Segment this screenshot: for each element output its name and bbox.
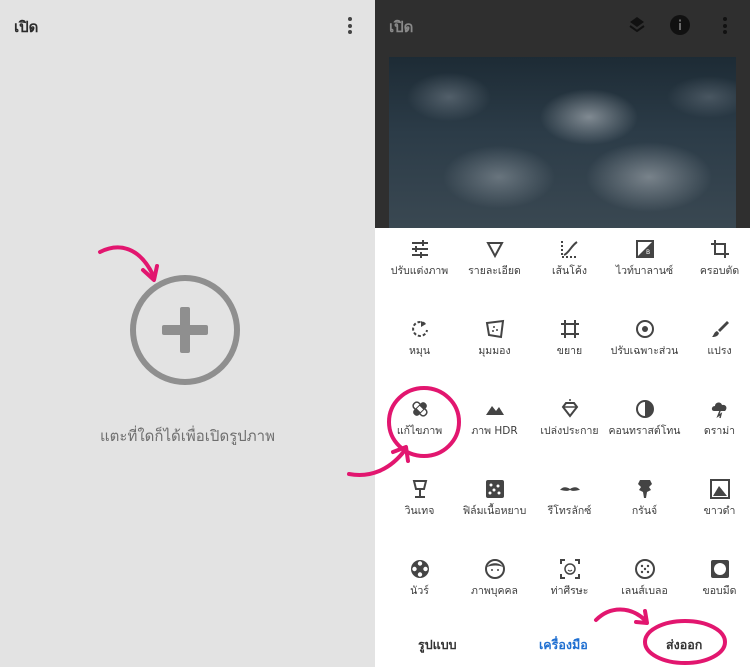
tool-tune[interactable]: ปรับแต่งภาพ: [382, 238, 457, 278]
retrolux-icon: [559, 487, 580, 491]
tool-label: รีโทรลักซ์: [547, 505, 592, 517]
portrait-icon: [484, 559, 505, 579]
tool-label: ท่าศีรษะ: [550, 585, 589, 597]
tool-tonal-contrast[interactable]: คอนทราสต์โทน: [607, 398, 682, 438]
tool-grainy-film[interactable]: ฟิล์มเนื้อหยาบ: [457, 478, 532, 518]
tool-label: ปรับแต่งภาพ: [390, 265, 449, 277]
hdr-icon: [485, 406, 504, 415]
tool-label: หมุน: [408, 345, 431, 357]
glamour-icon: [561, 399, 578, 418]
tool-selective[interactable]: ปรับเฉพาะส่วน: [607, 318, 682, 358]
tool-label: เส้นโค้ง: [552, 265, 587, 277]
left-title: เปิด: [14, 18, 39, 36]
lens-blur-icon: [634, 559, 655, 579]
tool-label: รายละเอียด: [468, 265, 521, 277]
tool-noir[interactable]: นัวร์: [382, 558, 457, 598]
tool-label: มุมมอง: [478, 345, 511, 357]
tool-hdr[interactable]: ภาพ HDR: [457, 398, 532, 438]
grainy-film-icon: [485, 480, 504, 498]
annotation-arrow-icon: [98, 245, 159, 282]
tool-label: ภาพบุคคล: [471, 585, 518, 597]
tool-label: วินเทจ: [404, 505, 435, 517]
tool-lens-blur[interactable]: เลนส์เบลอ: [607, 558, 682, 598]
editor-top: เปิด: [375, 0, 750, 228]
tool-portrait[interactable]: ภาพบุคคล: [457, 558, 532, 598]
crop-icon: [710, 240, 729, 258]
tool-retrolux[interactable]: รีโทรลักซ์: [532, 478, 607, 518]
grunge-icon: [637, 480, 652, 498]
right-title: เปิด: [389, 18, 414, 36]
tonal-contrast-icon: [635, 400, 654, 418]
open-image-hint: แตะที่ใดก็ได้เพื่อเปิดรูปภาพ: [100, 427, 275, 445]
editor-screen: เปิด ปรับแต่งภาพ รายละเอียด เส้นโค้ง B ไ…: [375, 0, 750, 667]
annotation-circle-icon: [643, 619, 727, 665]
photo-preview: [389, 57, 736, 228]
brush-icon: [711, 321, 729, 337]
tool-black-white[interactable]: ขาวดำ: [682, 478, 750, 518]
info-icon[interactable]: [669, 14, 691, 36]
plus-circle-icon[interactable]: [130, 275, 240, 385]
tool-details[interactable]: รายละเอียด: [457, 238, 532, 278]
curves-icon: [560, 241, 578, 258]
details-icon: [485, 242, 504, 259]
tool-vignette[interactable]: ขอบมืด: [682, 558, 750, 598]
open-screen[interactable]: เปิด แตะที่ใดก็ได้เพื่อเปิดรูปภาพ: [0, 0, 375, 667]
tool-label: ขยาย: [556, 345, 583, 357]
tool-perspective[interactable]: มุมมอง: [457, 318, 532, 358]
tool-white-balance[interactable]: B ไวท์บาลานซ์: [607, 238, 682, 278]
tune-icon: [411, 240, 428, 258]
more-vert-icon[interactable]: [723, 17, 727, 37]
tool-label: ครอบตัด: [699, 265, 740, 277]
tool-label: ปรับเฉพาะส่วน: [610, 345, 679, 357]
perspective-icon: [485, 319, 504, 339]
tab-styles[interactable]: รูปแบบ: [418, 635, 457, 655]
expand-icon: [560, 320, 579, 338]
rotate-icon: [411, 321, 428, 337]
tab-tools[interactable]: เครื่องมือ: [539, 635, 588, 655]
head-pose-icon: [559, 559, 580, 579]
tool-label: ฟิล์มเนื้อหยาบ: [462, 505, 527, 517]
tool-label: ไวท์บาลานซ์: [615, 265, 674, 277]
left-header: เปิด: [0, 0, 375, 52]
vignette-icon: [710, 560, 729, 578]
tool-label: เปล่งประกาย: [540, 425, 599, 437]
layers-icon[interactable]: [626, 14, 648, 36]
tool-label: ภาพ HDR: [471, 425, 518, 437]
white-balance-icon: B: [635, 240, 654, 258]
tool-label: ขอบมืด: [702, 585, 737, 597]
tool-label: ดราม่า: [703, 425, 736, 437]
annotation-circle-icon: [387, 386, 461, 458]
drama-icon: [711, 402, 726, 419]
tool-label: กรันจ์: [631, 505, 658, 517]
svg-text:B: B: [646, 249, 650, 256]
tool-drama[interactable]: ดราม่า: [682, 398, 750, 438]
tool-expand[interactable]: ขยาย: [532, 318, 607, 358]
tool-crop[interactable]: ครอบตัด: [682, 238, 750, 278]
tool-rotate[interactable]: หมุน: [382, 318, 457, 358]
tool-label: ขาวดำ: [703, 505, 736, 517]
tool-head-pose[interactable]: ท่าศีรษะ: [532, 558, 607, 598]
tool-curves[interactable]: เส้นโค้ง: [532, 238, 607, 278]
selective-icon: [635, 320, 654, 338]
tool-label: นัวร์: [410, 585, 429, 597]
tool-glamour[interactable]: เปล่งประกาย: [532, 398, 607, 438]
tool-label: คอนทราสต์โทน: [608, 425, 681, 437]
noir-icon: [410, 560, 429, 578]
black-white-icon: [709, 479, 730, 499]
tool-grunge[interactable]: กรันจ์: [607, 478, 682, 518]
tool-label: แปรง: [707, 345, 732, 357]
more-vert-icon[interactable]: [348, 17, 352, 37]
tool-brush[interactable]: แปรง: [682, 318, 750, 358]
tool-label: เลนส์เบลอ: [621, 585, 668, 597]
